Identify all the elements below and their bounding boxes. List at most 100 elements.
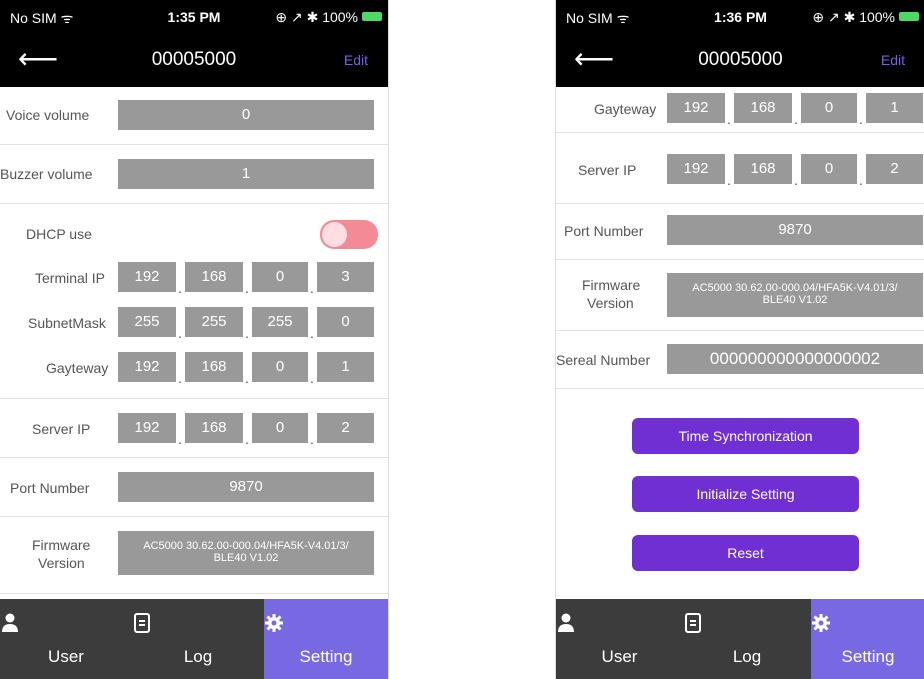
server-ip-octet-4[interactable]: 2 (317, 413, 374, 443)
ip-dot: . (310, 325, 314, 341)
ip-dot: . (859, 111, 863, 127)
ip-dot: . (310, 370, 314, 386)
serial-field[interactable]: 000000000000000002 (667, 344, 923, 374)
port-field[interactable]: 9870 (667, 215, 923, 245)
firmware-label: Firmware (32, 537, 91, 553)
version-label: Version (38, 555, 85, 571)
server-ip-octet-1[interactable]: 192 (667, 154, 725, 184)
terminal-ip-octet-3[interactable]: 0 (252, 262, 308, 292)
server-ip-label: Server IP (32, 421, 91, 437)
gateway-row: Gayteway 192 . 168 . 0 . 1 (556, 87, 924, 133)
ip-dot: . (178, 431, 182, 447)
server-ip-octet-3[interactable]: 0 (252, 413, 308, 443)
tab-label-setting: Setting (841, 647, 895, 666)
version-label: Version (587, 295, 634, 311)
ip-dot: . (245, 370, 249, 386)
firmware-line-2: BLE40 V1.02 (213, 552, 279, 564)
port-row: Port Number 9870 (556, 204, 924, 260)
toggle-knob (322, 222, 347, 247)
dhcp-toggle[interactable] (320, 220, 378, 249)
port-field[interactable]: 9870 (118, 472, 374, 502)
nav-bar: ⟵ 00005000 Edit (556, 34, 924, 87)
subnet-octet-3[interactable]: 255 (252, 307, 308, 337)
user-icon (558, 613, 574, 632)
terminal-ip-octet-1[interactable]: 192 (118, 262, 176, 292)
firmware-row: Firmware Version AC5000 30.62.00-000.04/… (0, 517, 388, 594)
nav-bar: ⟵ 00005000 Edit (0, 34, 388, 87)
ip-dot: . (310, 431, 314, 447)
ip-dot: . (794, 111, 798, 127)
subnet-label: SubnetMask (28, 315, 106, 331)
gateway-octet-1[interactable]: 192 (118, 352, 176, 382)
server-ip-row: Server IP 192 . 168 . 0 . 2 (556, 133, 924, 204)
ip-dot: . (178, 370, 182, 386)
tab-label-log: Log (732, 647, 762, 666)
terminal-ip-octet-4[interactable]: 3 (317, 262, 374, 292)
tab-setting[interactable]: Setting (264, 599, 388, 679)
ip-dot: . (794, 172, 798, 188)
subnet-octet-2[interactable]: 255 (185, 307, 243, 337)
port-row: Port Number 9870 (0, 458, 388, 517)
log-icon (685, 613, 701, 633)
ip-dot: . (310, 280, 314, 296)
server-ip-row: Server IP 192 . 168 . 0 . 2 (0, 399, 388, 458)
firmware-field: AC5000 30.62.00-000.04/HFA5K-V4.01/3/ BL… (667, 273, 923, 317)
firmware-row: Firmware Version AC5000 30.62.00-000.04/… (556, 260, 924, 331)
page-title: 00005000 (151, 49, 237, 70)
server-ip-octet-2[interactable]: 168 (185, 413, 243, 443)
network-section: DHCP use Terminal IP 192 . 168 . 0 . 3 S… (0, 204, 388, 399)
gateway-octet-4[interactable]: 1 (317, 352, 374, 382)
gateway-octet-1[interactable]: 192 (667, 93, 725, 123)
tab-setting[interactable]: Setting (811, 599, 924, 679)
reset-button[interactable]: Reset (632, 535, 859, 571)
edit-button[interactable]: Edit (344, 52, 368, 68)
ip-dot: . (178, 325, 182, 341)
ip-dot: . (178, 280, 182, 296)
status-bar: No SIM ᯤ 1:36 PM ⊕ ↗ ✱ 100% (556, 0, 924, 34)
server-ip-octet-2[interactable]: 168 (734, 154, 792, 184)
subnet-octet-4[interactable]: 0 (317, 307, 374, 337)
buzzer-volume-field[interactable]: 1 (118, 159, 374, 189)
tab-log[interactable]: Log (132, 599, 264, 679)
voice-volume-field[interactable]: 0 (118, 100, 374, 130)
gateway-octet-2[interactable]: 168 (185, 352, 243, 382)
buzzer-volume-row: Buzzer volume 1 (0, 145, 388, 204)
serial-row: Sereal Number 000000000000000002 (556, 331, 924, 389)
server-ip-octet-1[interactable]: 192 (118, 413, 176, 443)
gateway-octet-3[interactable]: 0 (801, 93, 857, 123)
gear-icon (265, 614, 283, 632)
terminal-ip-label: Terminal IP (35, 270, 106, 286)
subnet-octet-1[interactable]: 255 (118, 307, 176, 337)
status-icons: ⊕ ↗ ✱ 100% (275, 9, 358, 25)
server-ip-octet-3[interactable]: 0 (801, 154, 857, 184)
gear-icon (812, 614, 830, 632)
server-ip-label: Server IP (578, 162, 637, 178)
tab-label-log: Log (183, 647, 213, 666)
gateway-octet-4[interactable]: 1 (866, 93, 923, 123)
firmware-field: AC5000 30.62.00-000.04/HFA5K-V4.01/3/ BL… (118, 531, 374, 575)
terminal-ip-octet-2[interactable]: 168 (185, 262, 243, 292)
gateway-label: Gayteway (594, 101, 657, 117)
gateway-octet-2[interactable]: 168 (734, 93, 792, 123)
status-icons: ⊕ ↗ ✱ 100% (812, 9, 895, 25)
battery-icon (362, 12, 382, 21)
ip-dot: . (245, 280, 249, 296)
phone-screen-left: No SIM ᯤ 1:35 PM ⊕ ↗ ✱ 100% ⟵ 00005000 E… (0, 0, 389, 679)
tab-user[interactable]: User (0, 599, 132, 679)
tab-label-user: User (601, 647, 638, 666)
tab-log[interactable]: Log (683, 599, 811, 679)
edit-button[interactable]: Edit (881, 52, 905, 68)
port-label: Port Number (10, 480, 90, 496)
server-ip-octet-4[interactable]: 2 (866, 154, 923, 184)
voice-volume-label: Voice volume (6, 107, 90, 123)
tab-bar: User Log Setting (0, 599, 388, 679)
gateway-label: Gayteway (46, 360, 109, 376)
tab-bar: User Log Setting (556, 599, 924, 679)
tab-user[interactable]: User (556, 599, 683, 679)
gateway-octet-3[interactable]: 0 (252, 352, 308, 382)
initialize-setting-button[interactable]: Initialize Setting (632, 476, 859, 512)
time-sync-button[interactable]: Time Synchronization (632, 418, 859, 454)
log-icon (134, 613, 150, 633)
firmware-line-2: BLE40 V1.02 (762, 294, 828, 306)
serial-label: Sereal Number (556, 352, 651, 368)
